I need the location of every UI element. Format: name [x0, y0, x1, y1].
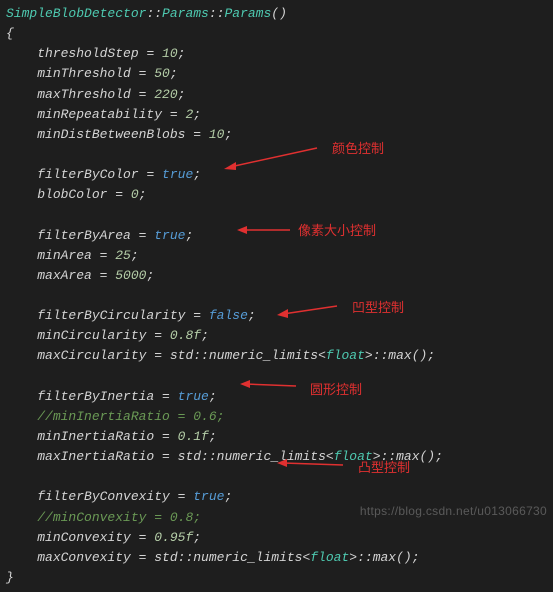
blank-line: [6, 145, 553, 165]
code-line: minArea = 25;: [6, 246, 553, 266]
code-line: maxCircularity = std::numeric_limits<flo…: [6, 346, 553, 366]
code-line: blobColor = 0;: [6, 185, 553, 205]
class-name: SimpleBlobDetector: [6, 6, 146, 21]
code-line: maxConvexity = std::numeric_limits<float…: [6, 548, 553, 568]
code-line: minThreshold = 50;: [6, 64, 553, 84]
code-line: filterByInertia = true;: [6, 387, 553, 407]
code-line: minConvexity = 0.95f;: [6, 528, 553, 548]
blank-line: [6, 286, 553, 306]
code-line: thresholdStep = 10;: [6, 44, 553, 64]
code-line: minRepeatability = 2;: [6, 105, 553, 125]
code-line: SimpleBlobDetector::Params::Params(): [6, 4, 553, 24]
blank-line: [6, 205, 553, 225]
code-line: filterByColor = true;: [6, 165, 553, 185]
watermark: https://blog.csdn.net/u013066730: [360, 502, 547, 521]
blank-line: [6, 467, 553, 487]
code-line: filterByArea = true;: [6, 226, 553, 246]
code-line: {: [6, 24, 553, 44]
code-line: minInertiaRatio = 0.1f;: [6, 427, 553, 447]
code-line: maxThreshold = 220;: [6, 85, 553, 105]
code-line: maxArea = 5000;: [6, 266, 553, 286]
code-line: maxInertiaRatio = std::numeric_limits<fl…: [6, 447, 553, 467]
code-line: minCircularity = 0.8f;: [6, 326, 553, 346]
code-line: //minInertiaRatio = 0.6;: [6, 407, 553, 427]
blank-line: [6, 367, 553, 387]
code-line: filterByCircularity = false;: [6, 306, 553, 326]
code-line: minDistBetweenBlobs = 10;: [6, 125, 553, 145]
code-line: }: [6, 568, 553, 588]
